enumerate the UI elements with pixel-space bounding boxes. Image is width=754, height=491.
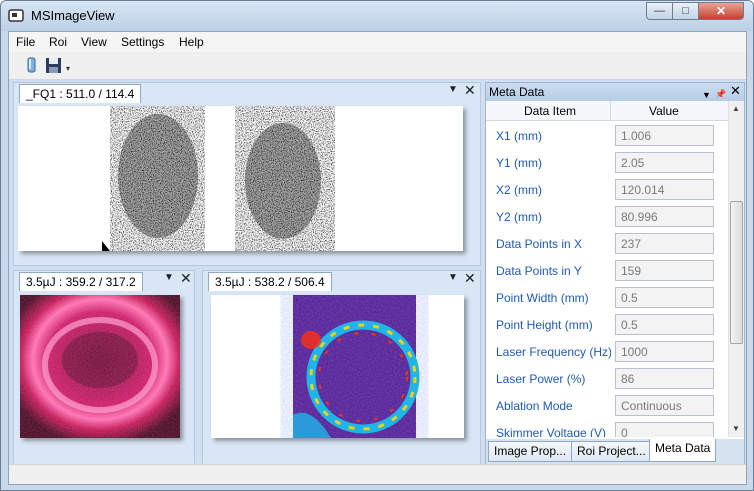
- row-label: Data Points in X: [496, 237, 583, 251]
- pane-dropdown-icon[interactable]: ▼: [164, 272, 174, 283]
- row-label: Ablation Mode: [496, 399, 573, 413]
- app-icon: [8, 9, 24, 22]
- table-row[interactable]: Point Height (mm) 0.5: [486, 311, 728, 338]
- property-grid: X1 (mm) 1.006 Y1 (mm) 2.05 X2 (mm) 120.014 Y2 …: [486, 83, 728, 437]
- row-label: X1 (mm): [496, 129, 542, 143]
- table-row[interactable]: Skimmer Voltage (V) 0: [486, 419, 728, 437]
- row-label: Laser Power (%): [496, 372, 586, 386]
- save-icon[interactable]: [44, 56, 63, 75]
- menu-roi[interactable]: Roi: [49, 35, 67, 49]
- meta-data-panel: Meta Data ▼ 📌 ✕ Data Item Value X1 (mm) 1…: [485, 82, 745, 465]
- row-value-field[interactable]: 1.006: [615, 125, 714, 146]
- image-canvas-top[interactable]: [18, 106, 463, 251]
- image-pane-bottom-right: 3.5µJ : 538.2 / 506.4 ▼ ✕: [202, 270, 481, 465]
- table-row[interactable]: Laser Power (%) 86: [486, 365, 728, 392]
- row-value-field[interactable]: 86: [615, 368, 714, 389]
- app-window: MSImageView — □ ✕ File Roi View Settings…: [0, 0, 754, 491]
- toolbar: ▾: [9, 52, 746, 80]
- row-value-field[interactable]: 0: [615, 422, 714, 437]
- pane-close-icon[interactable]: ✕: [180, 270, 192, 287]
- row-label: Data Points in Y: [496, 264, 582, 278]
- image-canvas-bottom-left[interactable]: [20, 295, 180, 438]
- table-row[interactable]: Y2 (mm) 80.996: [486, 203, 728, 230]
- vertical-scrollbar[interactable]: ▲ ▼: [728, 101, 744, 437]
- tab-meta-data[interactable]: Meta Data: [649, 439, 717, 462]
- row-value-field[interactable]: 237: [615, 233, 714, 254]
- row-label: Y1 (mm): [496, 156, 542, 170]
- client-area: File Roi View Settings Help ▾ _FQ1 : 511…: [8, 31, 747, 485]
- row-value-field[interactable]: 2.05: [615, 152, 714, 173]
- window-title: MSImageView: [31, 8, 115, 23]
- menu-view[interactable]: View: [81, 35, 107, 49]
- close-button[interactable]: ✕: [698, 2, 744, 20]
- row-value-field[interactable]: 80.996: [615, 206, 714, 227]
- row-label: Laser Frequency (Hz): [496, 345, 611, 359]
- open-file-icon[interactable]: [22, 56, 41, 75]
- row-value-field[interactable]: 120.014: [615, 179, 714, 200]
- image-canvas-bottom-right[interactable]: [211, 295, 464, 438]
- pane-dropdown-icon[interactable]: ▼: [448, 272, 458, 283]
- scrollbar-thumb[interactable]: [730, 201, 743, 344]
- menu-file[interactable]: File: [16, 35, 35, 49]
- row-label: Point Width (mm): [496, 291, 589, 305]
- row-label: Point Height (mm): [496, 318, 593, 332]
- table-row[interactable]: Y1 (mm) 2.05: [486, 149, 728, 176]
- row-label: Y2 (mm): [496, 210, 542, 224]
- row-value-field[interactable]: 0.5: [615, 314, 714, 335]
- table-row[interactable]: X2 (mm) 120.014: [486, 176, 728, 203]
- image-tab-bottom-left[interactable]: 3.5µJ : 359.2 / 317.2: [19, 272, 143, 291]
- row-label: X2 (mm): [496, 183, 542, 197]
- minimize-button[interactable]: —: [646, 2, 673, 20]
- table-row[interactable]: Data Points in Y 159: [486, 257, 728, 284]
- tab-image-properties[interactable]: Image Prop...: [488, 441, 573, 462]
- msi-image-bottom-left: [20, 295, 180, 438]
- row-value-field[interactable]: 1000: [615, 341, 714, 362]
- row-value-field[interactable]: 159: [615, 260, 714, 281]
- row-value-field[interactable]: 0.5: [615, 287, 714, 308]
- row-value-field[interactable]: Continuous: [615, 395, 714, 416]
- image-tab-bottom-right[interactable]: 3.5µJ : 538.2 / 506.4: [208, 272, 332, 291]
- pane-close-icon[interactable]: ✕: [464, 270, 476, 287]
- pane-dropdown-icon[interactable]: ▼: [448, 84, 458, 95]
- msi-image-bottom-right: [211, 295, 464, 438]
- status-bar: [9, 464, 746, 484]
- title-bar[interactable]: MSImageView — □ ✕: [1, 1, 753, 31]
- table-row[interactable]: X1 (mm) 1.006: [486, 122, 728, 149]
- tab-roi-projection[interactable]: Roi Project...: [571, 441, 652, 462]
- image-pane-bottom-left: 3.5µJ : 359.2 / 317.2 ▼ ✕: [13, 270, 195, 465]
- image-pane-top: _FQ1 : 511.0 / 114.4 ▼ ✕: [13, 82, 481, 266]
- table-row[interactable]: Data Points in X 237: [486, 230, 728, 257]
- menu-bar: File Roi View Settings Help: [9, 32, 746, 52]
- image-tab-top[interactable]: _FQ1 : 511.0 / 114.4: [19, 84, 142, 103]
- maximize-button[interactable]: □: [672, 2, 699, 20]
- menu-settings[interactable]: Settings: [121, 35, 164, 49]
- panel-tab-strip: Image Prop... Roi Project... Meta Data: [486, 439, 744, 464]
- menu-help[interactable]: Help: [179, 35, 204, 49]
- table-row[interactable]: Point Width (mm) 0.5: [486, 284, 728, 311]
- row-label: Skimmer Voltage (V): [496, 426, 607, 437]
- table-row[interactable]: Laser Frequency (Hz) 1000: [486, 338, 728, 365]
- pane-close-icon[interactable]: ✕: [464, 82, 476, 99]
- scroll-down-icon[interactable]: ▼: [732, 424, 740, 433]
- dock-area: _FQ1 : 511.0 / 114.4 ▼ ✕ 3.5µJ: 359.2 /…: [9, 80, 746, 465]
- table-row[interactable]: Ablation Mode Continuous: [486, 392, 728, 419]
- panel-close-icon[interactable]: ✕: [730, 82, 741, 100]
- msi-image-top: [18, 106, 463, 251]
- scroll-up-icon[interactable]: ▲: [732, 104, 740, 113]
